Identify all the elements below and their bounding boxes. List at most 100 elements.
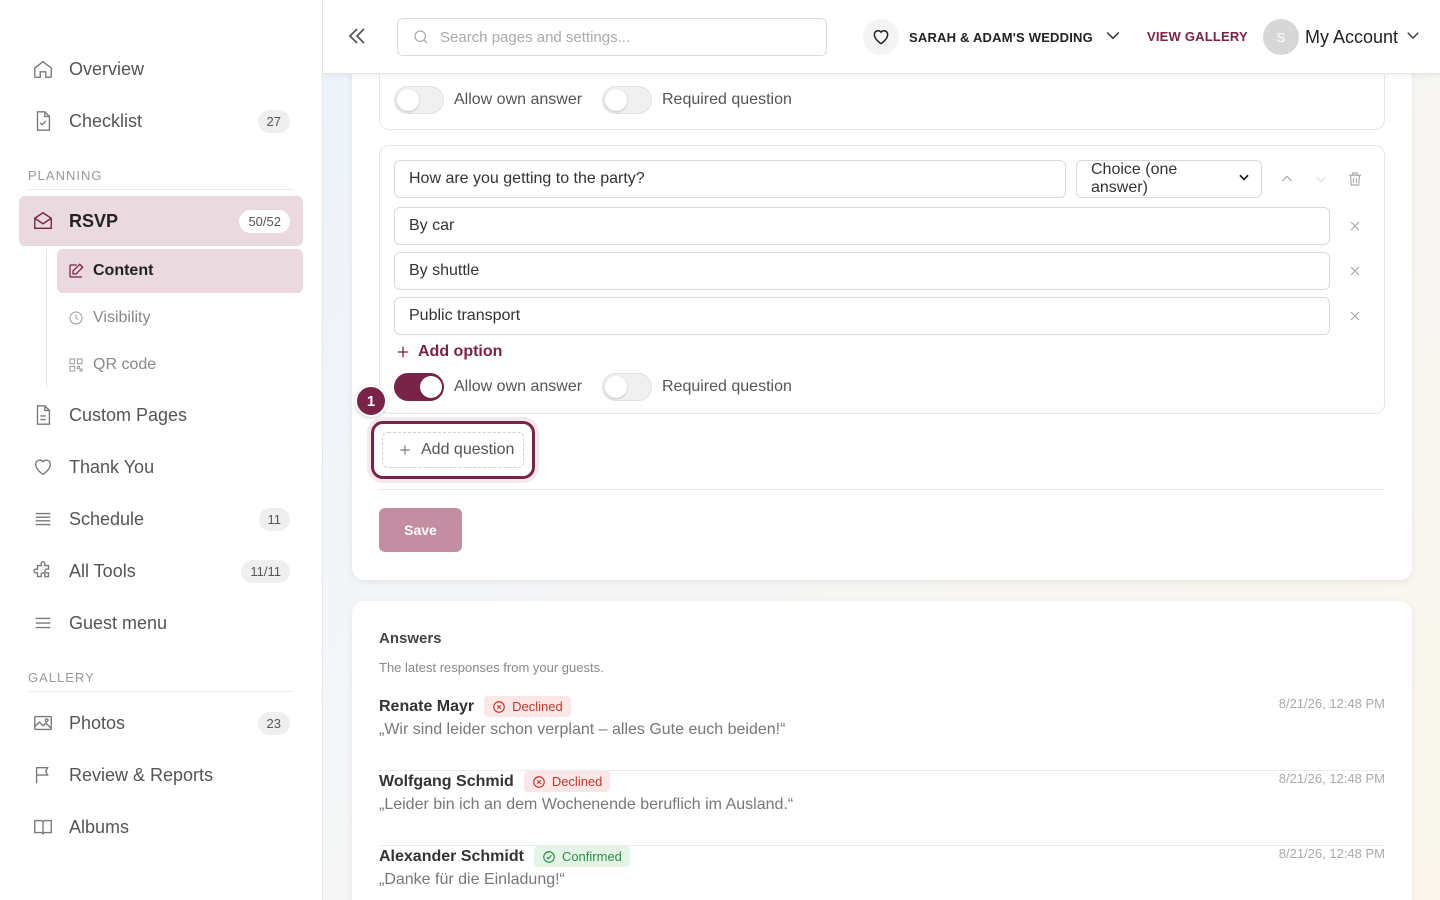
- sidebar-item-schedule[interactable]: Schedule 11: [19, 494, 303, 544]
- answer-timestamp: 8/21/26, 12:48 PM: [1278, 696, 1385, 711]
- add-option-button[interactable]: Add option: [394, 343, 502, 361]
- search-input[interactable]: Search pages and settings...: [397, 18, 827, 56]
- rsvp-submenu: Content Visibility QR code: [46, 249, 303, 387]
- answer-timestamp: 8/21/26, 12:48 PM: [1278, 846, 1385, 861]
- answers-card: Answers The latest responses from your g…: [352, 601, 1412, 900]
- sidebar-subitem-content[interactable]: Content: [57, 249, 303, 293]
- sidebar-item-review-reports[interactable]: Review & Reports: [19, 750, 303, 800]
- sidebar-item-label: Thank You: [69, 456, 155, 477]
- sidebar-item-label: Schedule: [69, 508, 145, 529]
- step-badge: 1: [355, 385, 387, 417]
- allow-own-answer-toggle[interactable]: [394, 86, 444, 114]
- count-badge: 50/52: [239, 209, 290, 233]
- required-question-toggle[interactable]: [602, 373, 652, 401]
- event-selector[interactable]: SARAH & ADAM'S WEDDING: [863, 18, 1123, 56]
- sidebar-item-label: Review & Reports: [69, 764, 214, 785]
- close-icon[interactable]: [1344, 215, 1366, 237]
- sidebar-item-checklist[interactable]: Checklist 27: [19, 96, 303, 146]
- question-box-previous: Allow own answer Required question: [379, 74, 1385, 130]
- toggle-label: Allow own answer: [454, 378, 583, 395]
- collapse-sidebar-icon[interactable]: [345, 24, 369, 48]
- answers-subtitle: The latest responses from your guests.: [379, 660, 604, 675]
- sidebar-item-all-tools[interactable]: All Tools 11/11: [19, 546, 303, 596]
- option-input[interactable]: By car: [394, 207, 1330, 245]
- sidebar-subitem-label: Content: [93, 262, 154, 279]
- sidebar-item-rsvp[interactable]: RSVP 50/52: [19, 196, 303, 246]
- sidebar-item-custom-pages[interactable]: Custom Pages: [19, 390, 303, 440]
- flag-icon: [32, 764, 54, 786]
- save-button[interactable]: Save: [379, 508, 462, 552]
- envelope-icon: [32, 210, 54, 232]
- count-badge: 11/11: [241, 559, 290, 583]
- allow-own-answer-row: Allow own answer: [394, 373, 582, 401]
- close-icon[interactable]: [1344, 260, 1366, 282]
- answer-item[interactable]: Alexander Schmidt Confirmed „Danke für d…: [379, 846, 1385, 900]
- sidebar-subitem-label: Visibility: [93, 309, 151, 326]
- answer-name-row: Alexander Schmidt Confirmed: [379, 846, 630, 867]
- sidebar-item-label: Photos: [69, 712, 126, 733]
- answer-item[interactable]: Renate Mayr Declined „Wir sind leider sc…: [379, 696, 1385, 771]
- status-badge: Declined: [484, 696, 571, 717]
- plus-icon: [394, 343, 412, 361]
- avatar: S: [1263, 19, 1299, 55]
- sidebar-item-overview[interactable]: Overview: [19, 44, 303, 94]
- guest-name: Renate Mayr: [379, 697, 475, 715]
- sidebar-item-thank-you[interactable]: Thank You: [19, 442, 303, 492]
- sidebar-subitem-visibility[interactable]: Visibility: [57, 296, 303, 340]
- option-input[interactable]: By shuttle: [394, 252, 1330, 290]
- add-question-button[interactable]: Add question: [382, 432, 524, 468]
- status-label: Declined: [512, 699, 563, 714]
- heart-icon: [863, 19, 899, 55]
- toggle-label: Required question: [662, 91, 792, 108]
- sidebar-item-photos[interactable]: Photos 23: [19, 698, 303, 748]
- sidebar: Overview Checklist 27 PLANNING RSVP 50/5…: [0, 0, 323, 900]
- topbar: Search pages and settings... SARAH & ADA…: [323, 0, 1440, 74]
- sidebar-item-label: RSVP: [69, 210, 119, 231]
- sidebar-subitem-qr-code[interactable]: QR code: [57, 343, 303, 387]
- count-badge: 27: [257, 109, 290, 133]
- required-question-row: Required question: [602, 86, 792, 114]
- answer-timestamp: 8/21/26, 12:48 PM: [1278, 771, 1385, 786]
- page-icon: [32, 404, 54, 426]
- trash-icon[interactable]: [1344, 168, 1366, 190]
- close-icon[interactable]: [1344, 305, 1366, 327]
- heart-icon: [32, 456, 54, 478]
- sidebar-item-label: Overview: [69, 58, 145, 79]
- status-label: Declined: [551, 774, 603, 789]
- image-icon: [32, 712, 54, 734]
- answers-title: Answers: [379, 630, 442, 647]
- sidebar-item-guest-menu[interactable]: Guest menu: [19, 598, 303, 648]
- move-down-icon[interactable]: [1310, 168, 1332, 190]
- event-name: SARAH & ADAM'S WEDDING: [909, 29, 1093, 45]
- toggle-label: Allow own answer: [454, 91, 583, 108]
- sidebar-item-albums[interactable]: Albums: [19, 802, 303, 852]
- account-menu[interactable]: S My Account: [1263, 18, 1422, 56]
- rsvp-editor-card: Allow own answer Required question How a…: [352, 74, 1412, 580]
- count-badge: 11: [258, 507, 290, 531]
- divider: [379, 489, 1385, 490]
- search-placeholder: Search pages and settings...: [440, 28, 631, 46]
- required-question-toggle[interactable]: [602, 86, 652, 114]
- select-value: Choice (one answer): [1091, 161, 1178, 196]
- count-badge: 23: [257, 711, 290, 735]
- qr-code-icon: [67, 356, 85, 374]
- question-text-input[interactable]: How are you getting to the party?: [394, 160, 1066, 198]
- search-icon: [412, 28, 430, 46]
- x-circle-icon: [532, 775, 546, 789]
- allow-own-answer-row: Allow own answer: [394, 86, 582, 114]
- guest-message: „Wir sind leider schon verplant – alles …: [379, 721, 786, 738]
- question-type-select[interactable]: Choice (one answer): [1076, 160, 1262, 198]
- status-label: Confirmed: [561, 849, 622, 864]
- status-badge: Confirmed: [533, 846, 630, 867]
- answer-item[interactable]: Wolfgang Schmid Declined „Leider bin ich…: [379, 771, 1385, 846]
- move-up-icon[interactable]: [1276, 168, 1298, 190]
- allow-own-answer-toggle[interactable]: [394, 373, 444, 401]
- add-question-label: Add question: [421, 441, 515, 458]
- option-input[interactable]: Public transport: [394, 297, 1330, 335]
- sidebar-item-label: All Tools: [69, 560, 136, 581]
- chevron-down-icon: [1103, 25, 1123, 50]
- view-gallery-link[interactable]: VIEW GALLERY: [1147, 29, 1248, 44]
- edit-icon: [67, 262, 85, 280]
- main-content: Allow own answer Required question How a…: [323, 74, 1440, 900]
- guest-message: „Danke für die Einladung!“: [379, 871, 565, 888]
